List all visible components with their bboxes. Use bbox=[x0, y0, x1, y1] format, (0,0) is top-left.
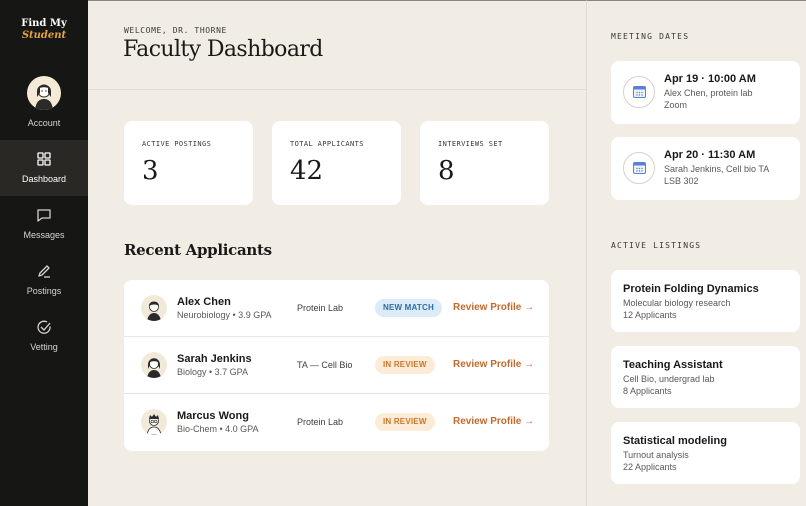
calendar-icon bbox=[633, 162, 646, 174]
review-profile-link[interactable]: Review Profile → bbox=[453, 302, 534, 313]
listing-description: Turnout analysis bbox=[623, 450, 689, 460]
applicant-detail: Bio-Chem • 4.0 GPA bbox=[177, 424, 259, 434]
stat-label: TOTAL APPLICANTS bbox=[290, 140, 364, 148]
brand-line-2: Student bbox=[21, 30, 67, 41]
meeting-detail: Alex Chen, protein lab bbox=[664, 88, 753, 98]
meeting-card[interactable]: Apr 19 · 10:00 AM Alex Chen, protein lab… bbox=[611, 61, 800, 124]
status-badge: NEW MATCH bbox=[375, 299, 442, 317]
recent-applicants-title: Recent Applicants bbox=[124, 241, 272, 259]
meeting-detail: Sarah Jenkins, Cell bio TA bbox=[664, 164, 770, 174]
listing-description: Molecular biology research bbox=[623, 298, 731, 308]
meeting-time: Apr 19 · 10:00 AM bbox=[664, 73, 756, 85]
brand-line-1: Find My bbox=[21, 18, 67, 29]
sidebar: Find My Student Account Dashboard Messag… bbox=[0, 0, 88, 506]
listing-card[interactable]: Statistical modeling Turnout analysis 22… bbox=[611, 422, 800, 484]
applicant-group: TA — Cell Bio bbox=[297, 360, 353, 370]
sidebar-item-label: Postings bbox=[26, 286, 62, 296]
stat-value: 42 bbox=[290, 156, 324, 186]
sidebar-item-messages[interactable]: Messages bbox=[0, 196, 88, 252]
grid-icon bbox=[37, 152, 51, 166]
main-content: WELCOME, DR. THORNE Faculty Dashboard AC… bbox=[88, 0, 586, 506]
calendar-icon bbox=[633, 86, 646, 98]
header-divider bbox=[88, 89, 586, 90]
meeting-location: LSB 302 bbox=[664, 176, 699, 186]
stat-label: INTERVIEWS SET bbox=[438, 140, 503, 148]
listing-applicant-count: 12 Applicants bbox=[623, 310, 677, 320]
status-badge: IN REVIEW bbox=[375, 356, 435, 374]
sidebar-item-vetting[interactable]: Vetting bbox=[0, 308, 88, 364]
sidebar-item-label: Messages bbox=[23, 230, 65, 240]
applicant-group: Protein Lab bbox=[297, 303, 344, 313]
table-row[interactable]: Alex Chen Neurobiology • 3.9 GPA Protein… bbox=[124, 280, 549, 337]
message-icon bbox=[37, 209, 51, 222]
listing-title: Protein Folding Dynamics bbox=[623, 283, 759, 295]
calendar-icon-wrap bbox=[623, 152, 655, 184]
account-avatar bbox=[27, 76, 61, 110]
review-profile-link[interactable]: Review Profile → bbox=[453, 359, 534, 370]
listing-title: Teaching Assistant bbox=[623, 359, 723, 371]
sidebar-item-account[interactable]: Account bbox=[0, 76, 88, 136]
check-circle-icon bbox=[37, 320, 51, 334]
meeting-dates-label: MEETING DATES bbox=[611, 32, 690, 41]
listing-applicant-count: 22 Applicants bbox=[623, 462, 677, 472]
review-profile-link[interactable]: Review Profile → bbox=[453, 416, 534, 427]
listing-card[interactable]: Protein Folding Dynamics Molecular biolo… bbox=[611, 270, 800, 332]
stat-value: 8 bbox=[438, 156, 455, 186]
listing-title: Statistical modeling bbox=[623, 435, 727, 447]
meeting-time: Apr 20 · 11:30 AM bbox=[664, 149, 756, 161]
active-listings-label: ACTIVE LISTINGS bbox=[611, 241, 702, 250]
status-badge: IN REVIEW bbox=[375, 413, 435, 431]
stat-card-interviews-set: INTERVIEWS SET 8 bbox=[420, 121, 549, 205]
applicant-detail: Biology • 3.7 GPA bbox=[177, 367, 249, 377]
meeting-location: Zoom bbox=[664, 100, 688, 110]
meeting-card[interactable]: Apr 20 · 11:30 AM Sarah Jenkins, Cell bi… bbox=[611, 137, 800, 200]
applicant-name: Alex Chen bbox=[177, 296, 231, 308]
listing-applicant-count: 8 Applicants bbox=[623, 386, 672, 396]
applicant-avatar bbox=[141, 295, 167, 321]
stat-card-total-applicants: TOTAL APPLICANTS 42 bbox=[272, 121, 401, 205]
applicant-group: Protein Lab bbox=[297, 417, 344, 427]
table-row[interactable]: Marcus Wong Bio-Chem • 4.0 GPA Protein L… bbox=[124, 394, 549, 451]
right-panel: MEETING DATES Apr 19 · 10:00 AM Alex Che… bbox=[586, 0, 806, 506]
applicant-detail: Neurobiology • 3.9 GPA bbox=[177, 310, 272, 320]
sidebar-item-label: Vetting bbox=[30, 342, 58, 352]
applicant-name: Sarah Jenkins bbox=[177, 353, 252, 365]
account-label: Account bbox=[27, 118, 61, 128]
applicant-avatar bbox=[141, 352, 167, 378]
calendar-icon-wrap bbox=[623, 76, 655, 108]
stat-value: 3 bbox=[142, 156, 159, 186]
applicants-table: Alex Chen Neurobiology • 3.9 GPA Protein… bbox=[124, 280, 549, 451]
stat-card-active-postings: ACTIVE POSTINGS 3 bbox=[124, 121, 253, 205]
table-row[interactable]: Sarah Jenkins Biology • 3.7 GPA TA — Cel… bbox=[124, 337, 549, 394]
sidebar-item-label: Dashboard bbox=[21, 174, 67, 184]
pencil-icon bbox=[38, 265, 50, 278]
sidebar-item-dashboard[interactable]: Dashboard bbox=[0, 140, 88, 196]
stat-label: ACTIVE POSTINGS bbox=[142, 140, 212, 148]
listing-description: Cell Bio, undergrad lab bbox=[623, 374, 715, 384]
sidebar-item-postings[interactable]: Postings bbox=[0, 252, 88, 308]
brand-logo[interactable]: Find My Student bbox=[0, 18, 88, 42]
listing-card[interactable]: Teaching Assistant Cell Bio, undergrad l… bbox=[611, 346, 800, 408]
applicant-avatar bbox=[141, 409, 167, 435]
welcome-text: WELCOME, DR. THORNE bbox=[124, 26, 227, 35]
page-title: Faculty Dashboard bbox=[123, 37, 323, 62]
applicant-name: Marcus Wong bbox=[177, 410, 249, 422]
